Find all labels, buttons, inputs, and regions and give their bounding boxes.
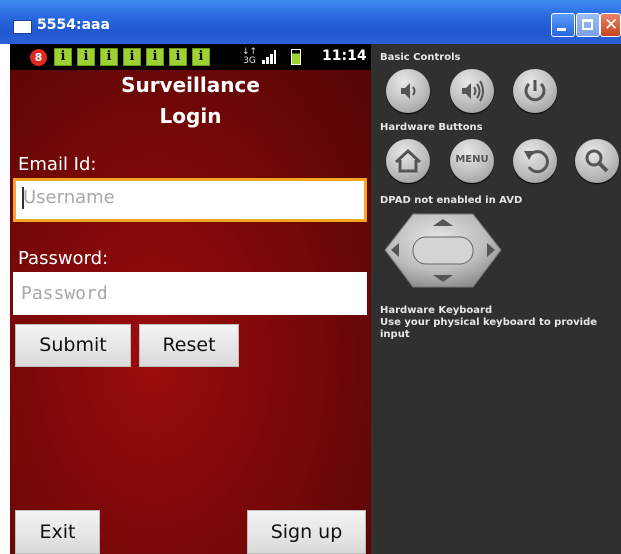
volume-down-icon	[401, 83, 416, 99]
exit-button[interactable]: Exit	[15, 510, 100, 554]
emulator-window: 8 i i i i i i i ↓↑ 3G 11:14 Surveillance …	[0, 44, 621, 554]
notification-icon[interactable]: i	[100, 48, 118, 66]
volume-up-icon	[462, 80, 484, 102]
submit-button[interactable]: Submit	[15, 324, 131, 367]
hardware-keyboard-info: Hardware Keyboard Use your physical keyb…	[380, 305, 621, 341]
app-title-line2: Login	[159, 104, 222, 128]
basic-controls-label: Basic Controls	[380, 52, 461, 63]
emulator-controls-panel: Basic Controls Hardware Buttons MENU DPA…	[371, 44, 621, 554]
status-bar: 8 i i i i i i i ↓↑ 3G 11:14	[10, 44, 371, 70]
password-placeholder: Password	[21, 283, 108, 304]
volume-down-button[interactable]	[386, 69, 430, 113]
notification-count-badge: 8	[30, 49, 47, 66]
password-field[interactable]: Password	[13, 272, 367, 315]
search-icon	[585, 149, 609, 173]
network-type: ↓↑ 3G	[242, 47, 258, 66]
notification-icon[interactable]: i	[192, 48, 210, 66]
home-button[interactable]	[386, 139, 430, 183]
signup-button[interactable]: Sign up	[247, 510, 366, 554]
notification-icon[interactable]: i	[146, 48, 164, 66]
notification-icon[interactable]: i	[169, 48, 187, 66]
power-icon	[524, 80, 546, 102]
window-title: 5554:aaa	[37, 17, 110, 33]
minimize-button[interactable]	[551, 13, 575, 37]
dpad-status-label: DPAD not enabled in AVD	[380, 195, 523, 206]
back-icon	[524, 150, 549, 174]
window-title-bar[interactable]: 5554:aaa ✕	[0, 0, 621, 44]
hardware-keyboard-label: Hardware Keyboard	[380, 305, 493, 316]
signal-icon	[262, 50, 276, 64]
close-icon: ✕	[604, 15, 619, 35]
status-clock: 11:14	[322, 48, 367, 64]
maximize-button[interactable]	[576, 13, 600, 37]
hardware-buttons-label: Hardware Buttons	[380, 122, 483, 133]
volume-up-button[interactable]	[450, 69, 494, 113]
close-button[interactable]: ✕	[600, 13, 621, 37]
password-label: Password:	[18, 248, 109, 269]
notification-icon[interactable]: i	[54, 48, 72, 66]
email-label: Email Id:	[18, 154, 97, 175]
hardware-keyboard-hint: Use your physical keyboard to provide in…	[380, 317, 598, 340]
reset-button[interactable]: Reset	[139, 324, 239, 367]
home-icon	[394, 148, 422, 173]
window-icon	[13, 20, 32, 34]
search-button[interactable]	[575, 139, 619, 183]
email-placeholder: Username	[23, 187, 115, 208]
battery-icon	[291, 49, 301, 65]
dpad-icon	[384, 213, 502, 288]
back-button[interactable]	[513, 139, 557, 183]
dpad-control[interactable]	[383, 212, 503, 289]
power-button[interactable]	[513, 69, 557, 113]
phone-screen: 8 i i i i i i i ↓↑ 3G 11:14 Surveillance …	[10, 44, 371, 554]
notification-icon[interactable]: i	[77, 48, 95, 66]
email-field[interactable]: Username	[13, 178, 367, 222]
menu-button[interactable]: MENU	[450, 139, 494, 183]
app-title-line1: Surveillance	[121, 73, 260, 97]
notification-icon[interactable]: i	[123, 48, 141, 66]
menu-label: MENU	[455, 154, 489, 165]
